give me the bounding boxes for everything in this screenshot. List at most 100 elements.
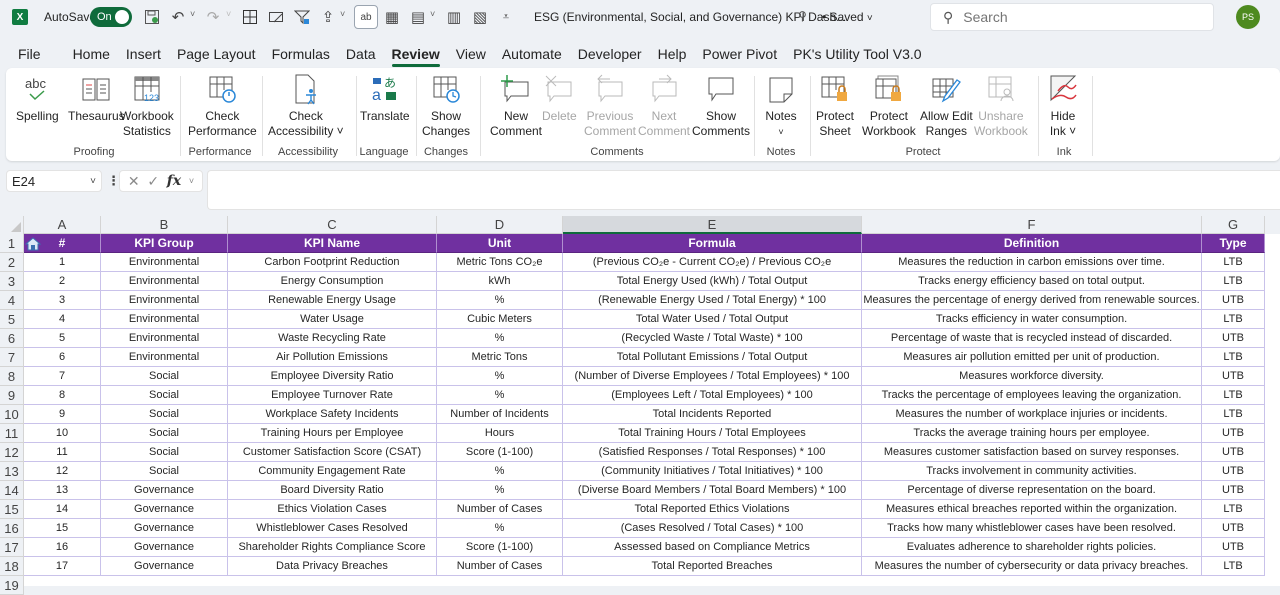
tab-pk-utility-tool[interactable]: PK's Utility Tool V3.0 xyxy=(785,40,929,68)
row-header[interactable]: 16 xyxy=(0,519,24,538)
cell-kpi-name[interactable]: Renewable Energy Usage xyxy=(228,291,437,310)
cell-kpi-group[interactable]: Environmental xyxy=(101,310,228,329)
cell-kpi-group[interactable]: Social xyxy=(101,386,228,405)
cell-kpi-group[interactable]: Environmental xyxy=(101,291,228,310)
cell-formula[interactable]: (Previous CO₂e - Current CO₂e) / Previou… xyxy=(563,253,862,272)
cell-definition[interactable]: Measures the number of workplace injurie… xyxy=(862,405,1202,424)
cell-unit[interactable]: Cubic Meters xyxy=(437,310,563,329)
cell-kpi-group[interactable]: Governance xyxy=(101,557,228,576)
cell-definition[interactable]: Measures the reduction in carbon emissio… xyxy=(862,253,1202,272)
cell-kpi-name[interactable]: Employee Diversity Ratio xyxy=(228,367,437,386)
row-header[interactable]: 17 xyxy=(0,538,24,557)
cell-type[interactable]: LTB xyxy=(1202,348,1265,367)
spelling-button[interactable]: abc Spelling xyxy=(16,72,59,124)
cell-formula[interactable]: Total Water Used / Total Output xyxy=(563,310,862,329)
spelling-qat-icon[interactable]: ab xyxy=(354,5,378,29)
cell-kpi-group[interactable]: Social xyxy=(101,424,228,443)
cell-type[interactable]: UTB xyxy=(1202,367,1265,386)
row-header[interactable]: 3 xyxy=(0,272,24,291)
cell-definition[interactable]: Tracks how many whistleblower cases have… xyxy=(862,519,1202,538)
new-comment-button[interactable]: New Comment xyxy=(490,72,542,139)
row-header[interactable]: 7 xyxy=(0,348,24,367)
cell-type[interactable]: UTB xyxy=(1202,481,1265,500)
cell-definition[interactable]: Tracks the percentage of employees leavi… xyxy=(862,386,1202,405)
cell-formula[interactable]: Total Reported Ethics Violations xyxy=(563,500,862,519)
redo-dropdown-icon[interactable]: ˅ xyxy=(226,9,231,19)
calculator-dropdown-icon[interactable]: ˅ xyxy=(430,9,435,19)
tab-developer[interactable]: Developer xyxy=(570,40,650,68)
column-header-f[interactable]: F xyxy=(862,216,1202,234)
row-header[interactable]: 14 xyxy=(0,481,24,500)
tab-formulas[interactable]: Formulas xyxy=(264,40,338,68)
header-cell-kpi-name[interactable]: KPI Name xyxy=(228,234,437,253)
search-input[interactable] xyxy=(963,9,1184,25)
form-icon[interactable]: ▧ xyxy=(470,7,490,27)
cell-number[interactable]: 15 xyxy=(24,519,101,538)
translate-button[interactable]: aあ Translate xyxy=(360,72,410,124)
cell-definition[interactable]: Measures the number of cybersecurity or … xyxy=(862,557,1202,576)
email-icon[interactable] xyxy=(266,7,286,27)
cell-formula[interactable]: (Cases Resolved / Total Cases) * 100 xyxy=(563,519,862,538)
cell-kpi-group[interactable]: Governance xyxy=(101,538,228,557)
cell-definition[interactable]: Tracks involvement in community activiti… xyxy=(862,462,1202,481)
cell-number[interactable]: 5 xyxy=(24,329,101,348)
home-icon[interactable] xyxy=(24,234,42,253)
undo-icon[interactable]: ↶ xyxy=(168,7,188,27)
cell-kpi-name[interactable]: Customer Satisfaction Score (CSAT) xyxy=(228,443,437,462)
cell-kpi-group[interactable]: Environmental xyxy=(101,272,228,291)
user-avatar[interactable]: PS xyxy=(1236,5,1260,29)
cell-number[interactable]: 2 xyxy=(24,272,101,291)
delete-comment-button[interactable]: Delete xyxy=(542,72,577,124)
search-box[interactable]: ⚲ xyxy=(930,3,1214,31)
cell-definition[interactable]: Measures ethical breaches reported withi… xyxy=(862,500,1202,519)
row-header[interactable]: 8 xyxy=(0,367,24,386)
cell-number[interactable]: 10 xyxy=(24,424,101,443)
tab-file[interactable]: File xyxy=(10,40,49,68)
cell-number[interactable]: 14 xyxy=(24,500,101,519)
cell-unit[interactable]: % xyxy=(437,329,563,348)
cell-kpi-name[interactable]: Shareholder Rights Compliance Score xyxy=(228,538,437,557)
cell-kpi-group[interactable]: Governance xyxy=(101,481,228,500)
cell-type[interactable]: LTB xyxy=(1202,253,1265,272)
row-header[interactable]: 4 xyxy=(0,291,24,310)
cell-number[interactable]: 6 xyxy=(24,348,101,367)
tab-data[interactable]: Data xyxy=(338,40,384,68)
cell-type[interactable]: UTB xyxy=(1202,424,1265,443)
row-header[interactable]: 12 xyxy=(0,443,24,462)
cell-number[interactable]: 13 xyxy=(24,481,101,500)
save-status[interactable]: • Saved ˅ xyxy=(822,10,873,24)
cell-type[interactable]: UTB xyxy=(1202,519,1265,538)
cell-definition[interactable]: Tracks the average training hours per em… xyxy=(862,424,1202,443)
column-header-e[interactable]: E xyxy=(563,216,862,234)
cell-formula[interactable]: Total Pollutant Emissions / Total Output xyxy=(563,348,862,367)
tab-home[interactable]: Home xyxy=(65,40,118,68)
cell-number[interactable]: 1 xyxy=(24,253,101,272)
cell-number[interactable]: 9 xyxy=(24,405,101,424)
cell-kpi-name[interactable]: Board Diversity Ratio xyxy=(228,481,437,500)
cell-unit[interactable]: Number of Cases xyxy=(437,557,563,576)
cell-formula[interactable]: Total Incidents Reported xyxy=(563,405,862,424)
notes-button[interactable]: Notes ˅ xyxy=(764,72,798,140)
tab-review[interactable]: Review xyxy=(384,40,448,68)
cell-definition[interactable]: Measures air pollution emitted per unit … xyxy=(862,348,1202,367)
chevron-down-icon[interactable]: ˅ xyxy=(189,176,194,186)
row-header[interactable]: 2 xyxy=(0,253,24,272)
cell-type[interactable]: UTB xyxy=(1202,462,1265,481)
check-performance-button[interactable]: Check Performance xyxy=(188,72,257,139)
cell-definition[interactable]: Tracks energy efficiency based on total … xyxy=(862,272,1202,291)
cell-formula[interactable]: Total Energy Used (kWh) / Total Output xyxy=(563,272,862,291)
header-cell-type[interactable]: Type xyxy=(1202,234,1265,253)
table-icon[interactable]: ▦ xyxy=(382,7,402,27)
cell-formula[interactable]: (Satisfied Responses / Total Responses) … xyxy=(563,443,862,462)
cell-kpi-name[interactable]: Air Pollution Emissions xyxy=(228,348,437,367)
name-box[interactable]: E24 ˅ xyxy=(6,170,102,192)
cell-unit[interactable]: % xyxy=(437,367,563,386)
cell-type[interactable]: LTB xyxy=(1202,386,1265,405)
next-comment-button[interactable]: Next Comment xyxy=(638,72,690,139)
cell-formula[interactable]: (Recycled Waste / Total Waste) * 100 xyxy=(563,329,862,348)
cell-definition[interactable]: Evaluates adherence to shareholder right… xyxy=(862,538,1202,557)
tab-automate[interactable]: Automate xyxy=(494,40,570,68)
calculator-icon[interactable]: ▤ xyxy=(408,7,428,27)
cell-number[interactable]: 7 xyxy=(24,367,101,386)
insert-function-icon[interactable]: fx xyxy=(167,173,181,189)
